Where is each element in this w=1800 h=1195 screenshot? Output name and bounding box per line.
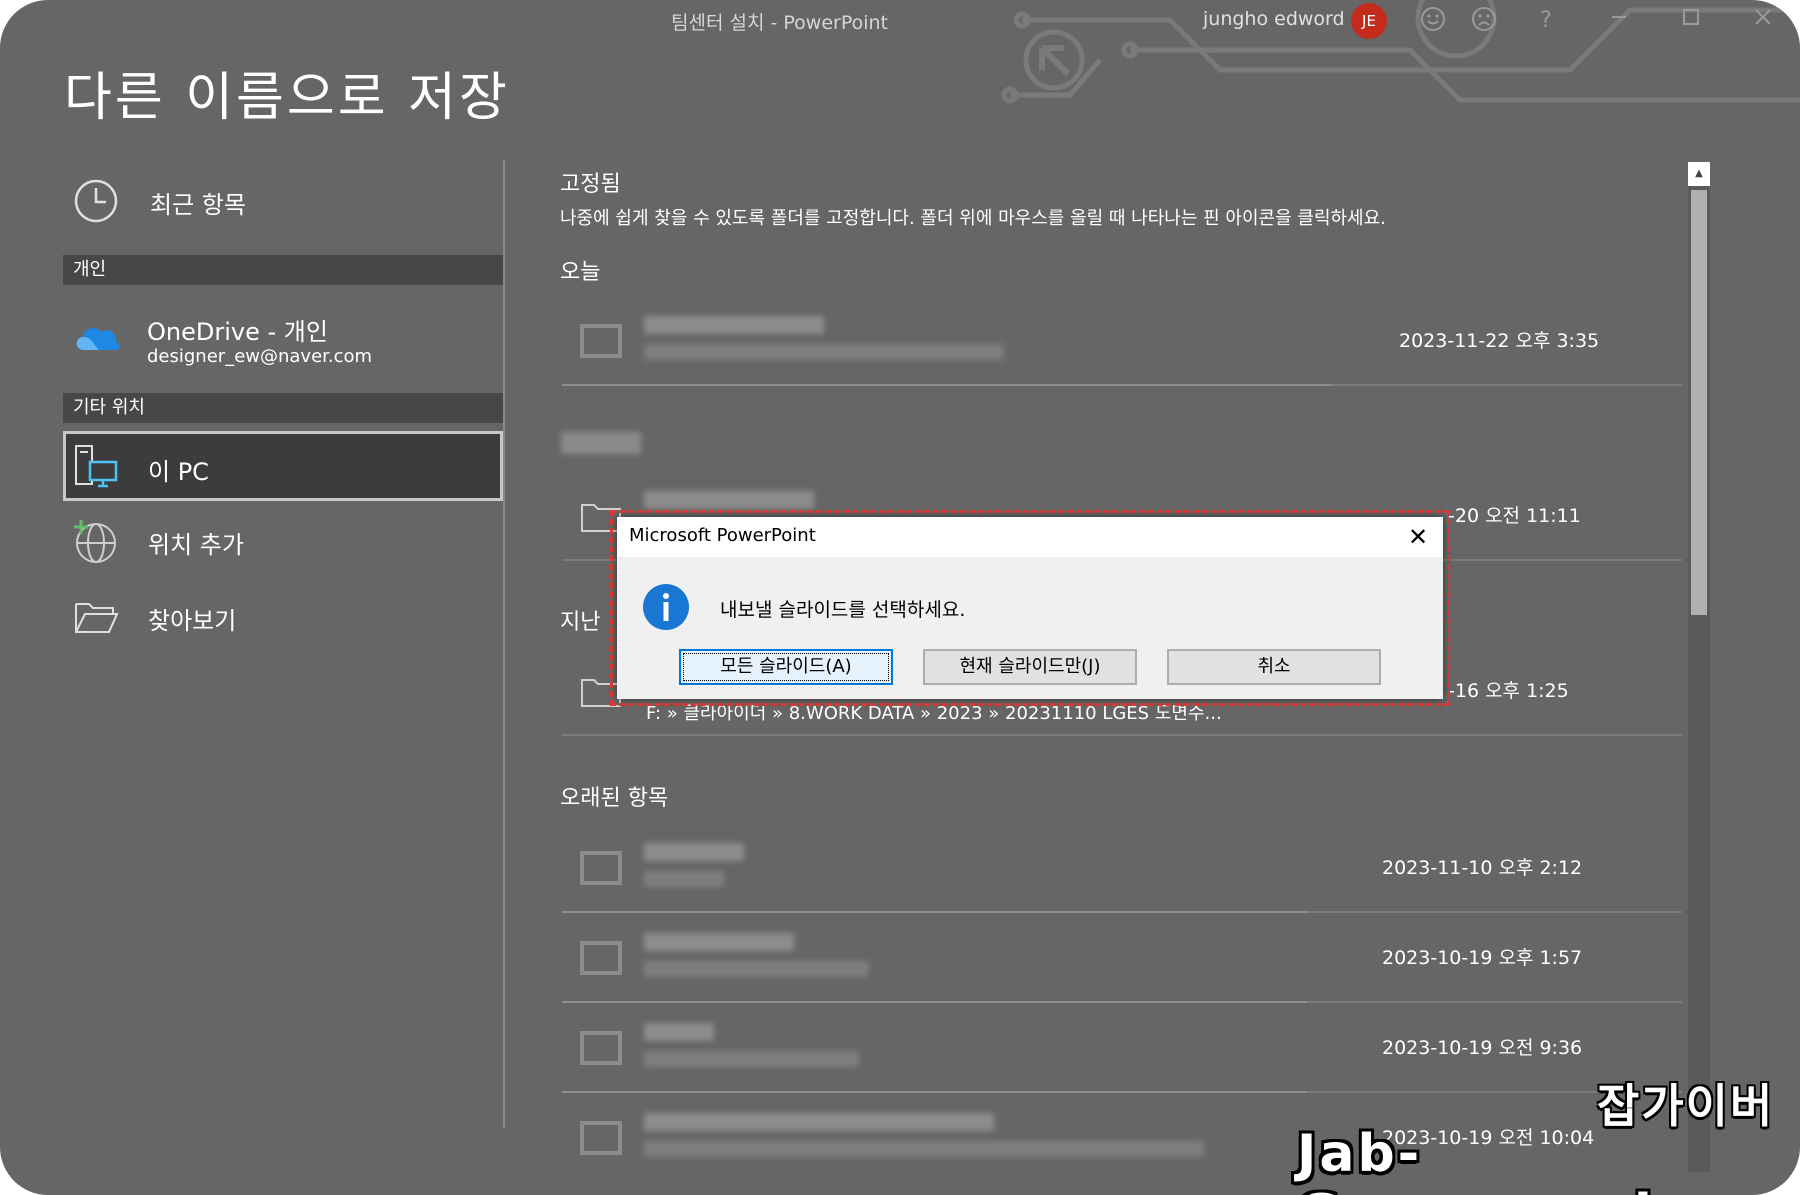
scroll-up-arrow-icon[interactable]: ▲ [1688, 162, 1710, 186]
dialog-title-bar: Microsoft PowerPoint ✕ [617, 517, 1443, 557]
maximize-icon[interactable] [1676, 6, 1706, 36]
nav-add-place-label: 위치 추가 [148, 531, 244, 559]
pinned-hint: 나중에 쉽게 찾을 수 있도록 폴더를 고정합니다. 폴더 위에 마우스를 올릴… [560, 208, 1386, 229]
modified-date: 2023-10-19 오전 9:36 [1382, 1037, 1583, 1059]
blurred-path [644, 1141, 1204, 1157]
clock-icon [74, 179, 118, 223]
list-item[interactable]: 2023-11-10 오후 2:12 [562, 825, 1682, 913]
modified-date: 2023-11-22 오후 3:35 [1399, 330, 1600, 352]
nav-browse[interactable]: 찾아보기 [63, 584, 503, 650]
help-icon[interactable]: ? [1531, 6, 1561, 36]
cancel-label: 취소 [1257, 656, 1291, 677]
all-slides-button[interactable]: 모든 슬라이드(A) [679, 649, 893, 685]
add-place-globe-icon [74, 520, 116, 563]
blurred-group-label [561, 432, 641, 454]
folder-icon [580, 941, 622, 975]
dialog-message: 내보낼 슬라이드를 선택하세요. [720, 599, 966, 621]
blurred-path [644, 961, 869, 977]
nav-recent-label: 최근 항목 [150, 191, 246, 219]
smile-icon[interactable] [1418, 6, 1448, 36]
older-heading: 오래된 항목 [560, 786, 669, 811]
pinned-heading: 고정됨 [560, 172, 621, 197]
blurred-path [644, 1051, 859, 1067]
section-personal: 개인 [63, 255, 503, 285]
dialog-title: Microsoft PowerPoint [629, 525, 816, 546]
modified-date: 2023-11-10 오후 2:12 [1382, 857, 1583, 879]
list-item[interactable]: 2023-10-19 오전 9:36 [562, 1005, 1682, 1093]
nav-add-place[interactable]: 위치 추가 [63, 508, 503, 574]
nav-divider [503, 160, 505, 1128]
current-slide-label: 현재 슬라이드만(J) [959, 656, 1101, 677]
onedrive-title: OneDrive - 개인 [147, 318, 328, 346]
scroll-thumb[interactable] [1691, 190, 1707, 615]
blurred-name [644, 933, 794, 951]
nav-this-pc-label: 이 PC [148, 458, 209, 486]
focus-rect [683, 653, 889, 681]
onedrive-email: designer_ew@naver.com [147, 346, 373, 367]
blurred-name [644, 316, 824, 334]
folder-icon [580, 324, 622, 358]
today-heading: 오늘 [560, 260, 601, 285]
minimize-icon[interactable] [1604, 6, 1634, 36]
close-icon[interactable] [1748, 6, 1778, 36]
last-heading: 지난 [560, 610, 601, 635]
folder-icon [580, 1121, 622, 1155]
info-icon [643, 584, 689, 630]
onedrive-cloud-icon [76, 328, 120, 350]
blurred-name [644, 1023, 714, 1041]
page-title: 다른 이름으로 저장 [64, 68, 510, 128]
this-pc-icon [75, 445, 118, 488]
row-divider-highlight [562, 911, 1307, 913]
nav-this-pc[interactable]: 이 PC [63, 431, 503, 501]
blurred-name [644, 843, 744, 861]
blurred-name [644, 1113, 994, 1131]
row-divider [562, 734, 1682, 736]
avatar[interactable]: JE [1351, 3, 1387, 39]
export-slides-dialog: Microsoft PowerPoint ✕ 내보낼 슬라이드를 선택하세요. … [617, 517, 1443, 699]
section-other-places: 기타 위치 [63, 393, 503, 423]
account-name[interactable]: jungho edword [1203, 8, 1345, 30]
list-item[interactable]: 2023-10-19 오후 1:57 [562, 915, 1682, 1003]
blurred-path [644, 344, 1004, 360]
blurred-path [644, 871, 724, 887]
folder-open-icon [75, 603, 119, 633]
dialog-close-icon[interactable]: ✕ [1401, 521, 1435, 553]
nav-recent[interactable]: 최근 항목 [63, 168, 503, 234]
blurred-name [644, 491, 814, 509]
modified-date: -16 오후 1:25 [1448, 680, 1569, 702]
modified-date: 2023-10-19 오후 1:57 [1382, 947, 1583, 969]
row-divider-highlight [562, 1091, 1307, 1093]
title-bar: 팀센터 설치 - PowerPoint jungho edword JE ? [0, 0, 1800, 42]
folder-icon [580, 1031, 622, 1065]
frown-icon[interactable] [1469, 6, 1499, 36]
list-item[interactable]: 2023-11-22 오후 3:35 [562, 298, 1682, 386]
watermark-domain: Jab-Guyver.co.kr [1297, 1124, 1697, 1195]
nav-browse-label: 찾아보기 [148, 607, 237, 635]
current-slide-button[interactable]: 현재 슬라이드만(J) [923, 649, 1137, 685]
powerpoint-backstage-window: 팀센터 설치 - PowerPoint jungho edword JE ? 다… [0, 0, 1800, 1195]
folder-icon [580, 851, 622, 885]
cancel-button[interactable]: 취소 [1167, 649, 1381, 685]
modified-date: -20 오전 11:11 [1448, 505, 1581, 527]
document-title: 팀센터 설치 - PowerPoint [671, 12, 888, 34]
row-divider-highlight [562, 384, 1332, 386]
row-divider-highlight [562, 1001, 1307, 1003]
